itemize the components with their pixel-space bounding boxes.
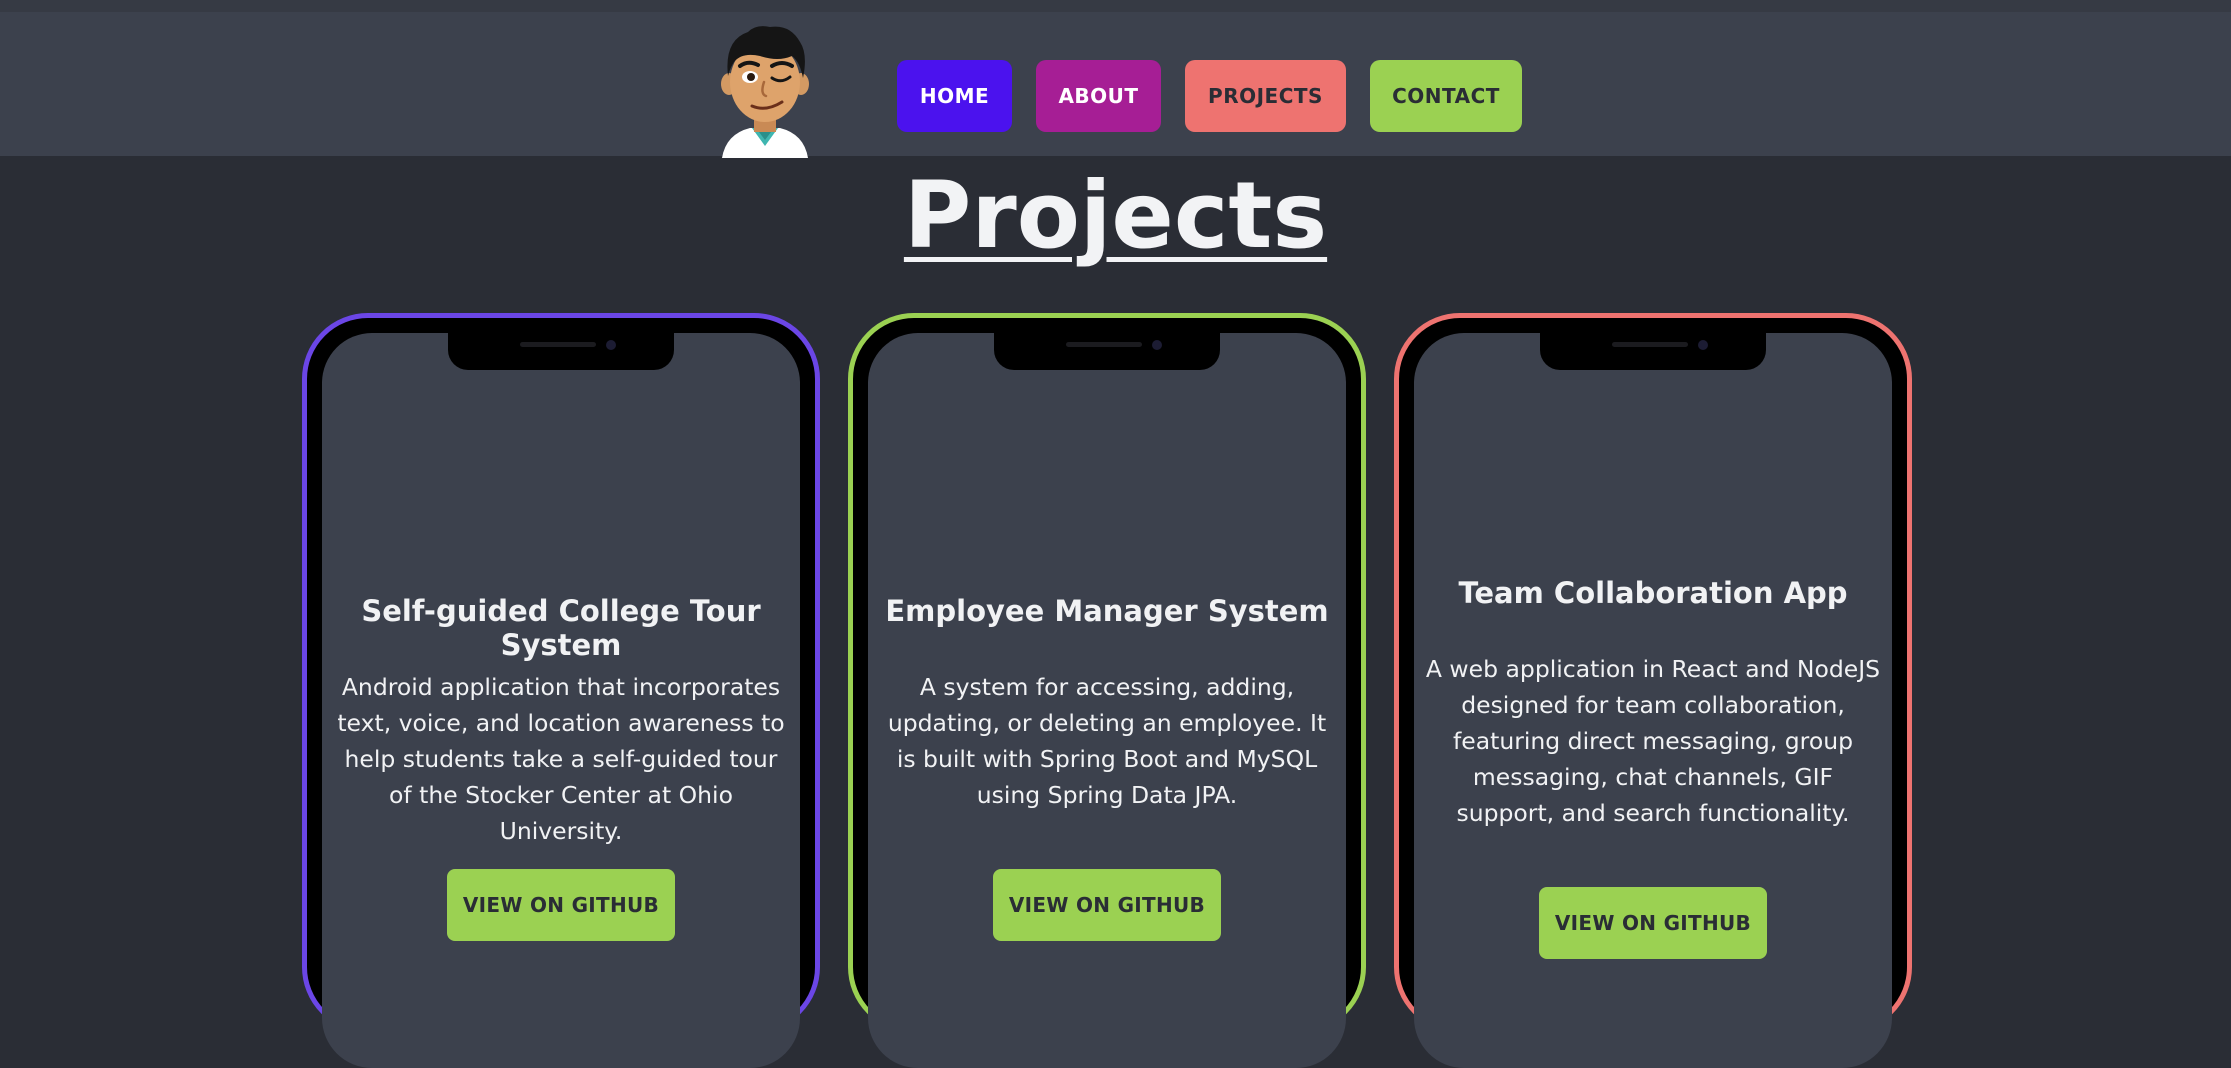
phone-screen: Team Collaboration App A web application… [1414,332,1892,1068]
github-button-label: VIEW ON GITHUB [1008,893,1206,917]
project-title: Self-guided College Tour System [361,594,761,662]
nav-home-button[interactable]: HOME [897,60,1012,132]
nav-about-label: ABOUT [1058,84,1139,108]
view-on-github-button[interactable]: VIEW ON GITHUB [993,869,1221,941]
phone-screen: Employee Manager System A system for acc… [868,332,1346,1068]
project-description: Android application that incorporates te… [337,673,785,845]
view-on-github-button[interactable]: VIEW ON GITHUB [1539,887,1767,959]
github-button-label: VIEW ON GITHUB [1554,911,1752,935]
navbar: HOME ABOUT PROJECTS CONTACT [0,12,2231,158]
avatar[interactable] [712,22,818,158]
nav-home-label: HOME [919,84,990,108]
project-description: A web application in React and NodeJS de… [1425,655,1881,827]
nav-contact-button[interactable]: CONTACT [1370,60,1522,132]
project-title: Team Collaboration App [1458,576,1848,610]
phone-notch [448,332,674,370]
nav-contact-label: CONTACT [1392,84,1500,108]
page-title: Projects [903,162,1328,269]
project-description: A system for accessing, adding, updating… [887,673,1327,809]
project-card-team-collaboration: Team Collaboration App A web application… [1394,313,1912,1068]
phone-notch [994,332,1220,370]
project-title: Employee Manager System [885,594,1329,628]
github-button-label: VIEW ON GITHUB [462,893,660,917]
top-strip [0,0,2231,12]
view-on-github-button[interactable]: VIEW ON GITHUB [447,869,675,941]
project-card-employee-manager: Employee Manager System A system for acc… [848,313,1366,1068]
project-card-college-tour: Self-guided College Tour System Android … [302,313,820,1068]
phone-notch [1540,332,1766,370]
nav-projects-label: PROJECTS [1208,84,1323,108]
nav-about-button[interactable]: ABOUT [1036,60,1161,132]
nav-projects-button[interactable]: PROJECTS [1185,60,1346,132]
phone-screen: Self-guided College Tour System Android … [322,332,800,1068]
